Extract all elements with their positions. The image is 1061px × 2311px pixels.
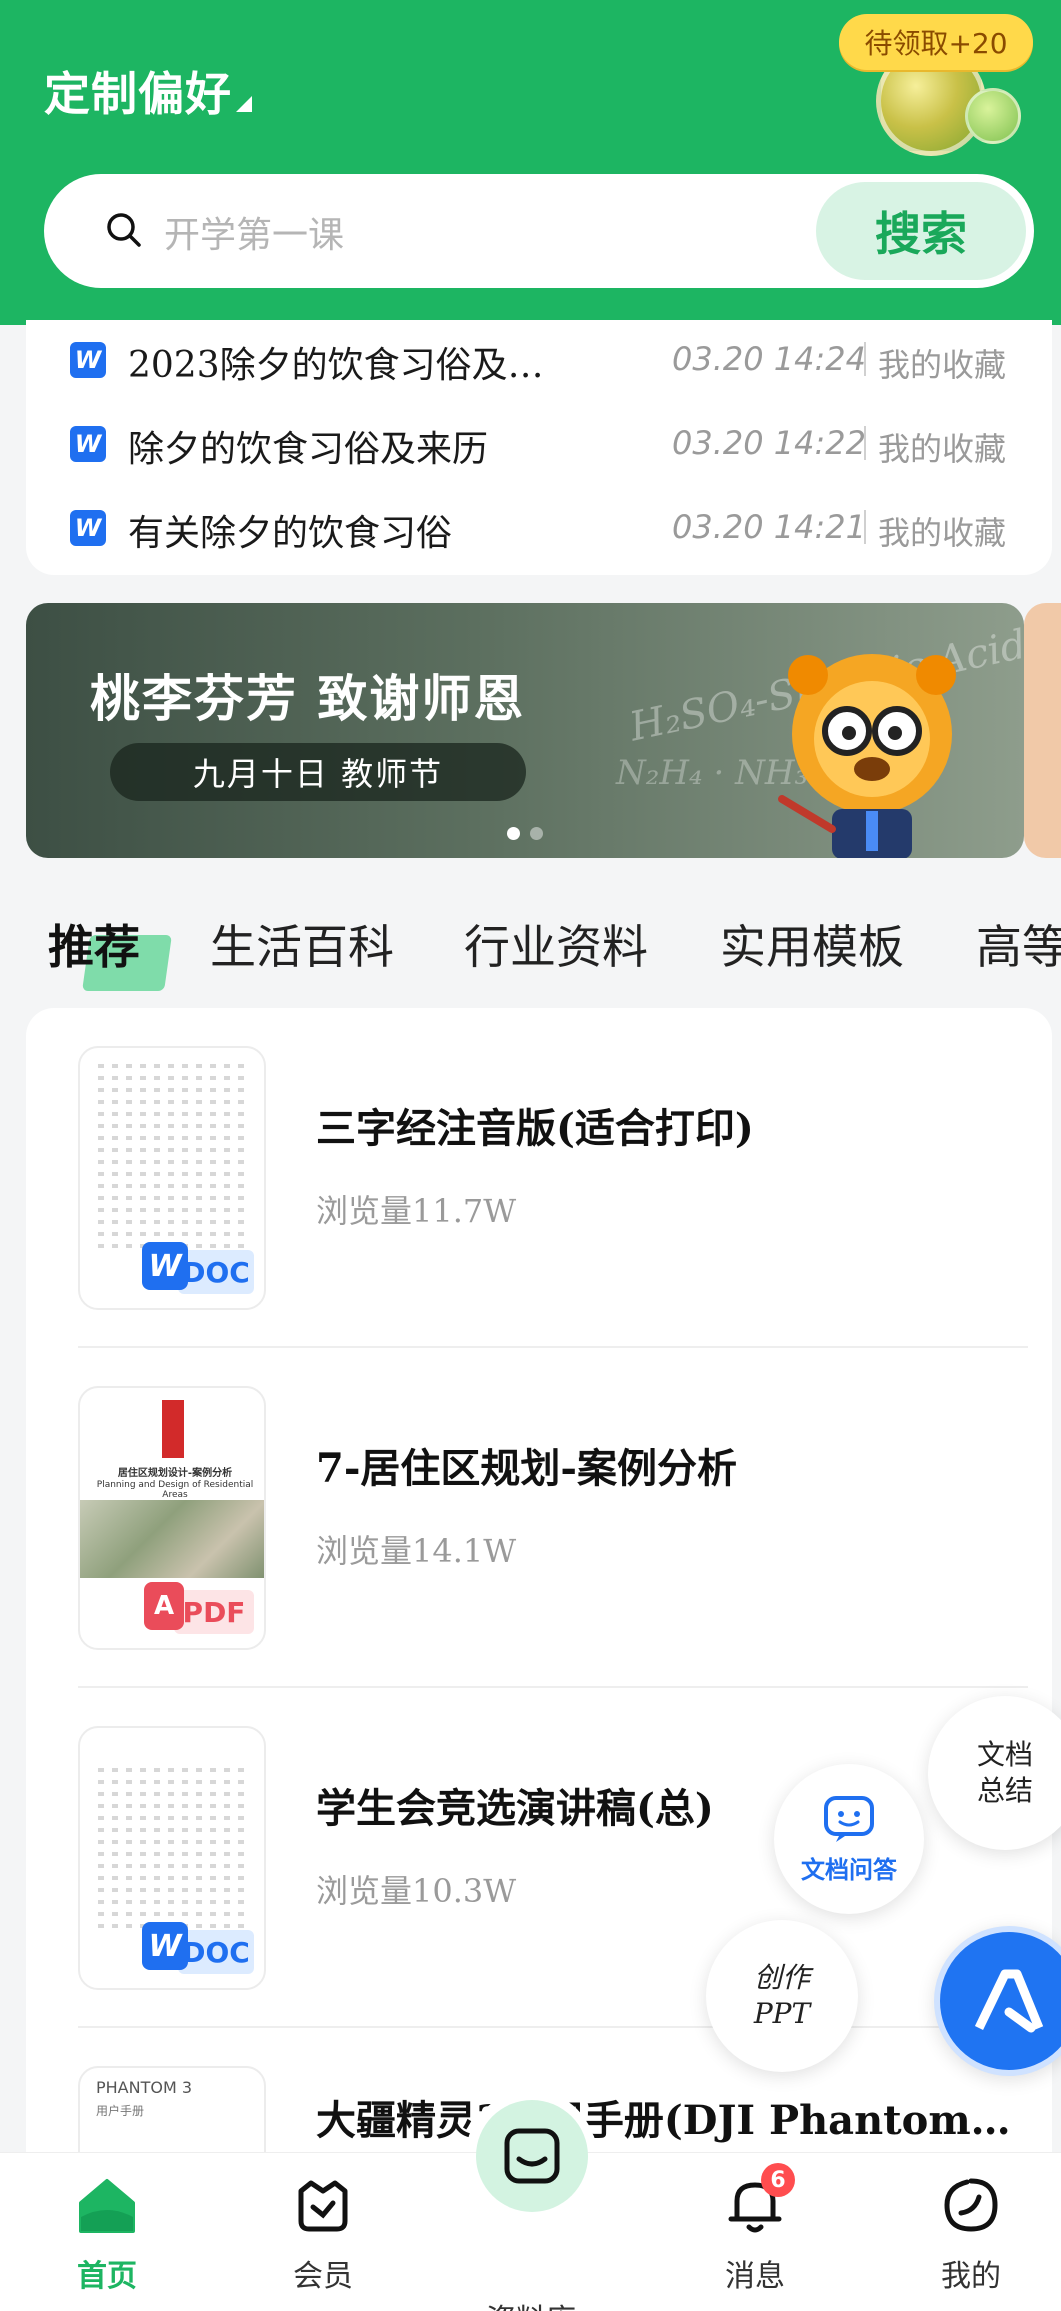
feed-title: 7-居住区规划-案例分析 — [316, 1445, 738, 1492]
history-time: 03.20 14:22 — [672, 424, 866, 462]
profile-icon — [944, 2178, 998, 2232]
search-button[interactable]: 搜索 — [816, 182, 1026, 280]
doc-qa-label: 文档问答 — [801, 1854, 897, 1884]
search-bar[interactable]: 搜索 — [44, 174, 1034, 288]
library-button[interactable] — [476, 2100, 588, 2212]
pagination-dot[interactable] — [507, 827, 520, 840]
text-preview — [98, 1064, 246, 1248]
message-badge: 6 — [761, 2163, 795, 2197]
feed-item[interactable]: 居住区规划设计-案例分析 Planning and Design of Resi… — [26, 1348, 1052, 1688]
create-ppt-label: 创作 PPT — [753, 1961, 811, 2030]
triangle-icon — [236, 96, 252, 112]
word-icon: W — [70, 426, 106, 462]
tab-life[interactable]: 生活百科 — [210, 911, 394, 977]
nav-label: 消息 — [725, 2259, 785, 2294]
history-row[interactable]: W 2023除夕的饮食习俗及… 03.20 14:24 我的收藏 — [26, 328, 1052, 388]
banner-pagination — [26, 827, 1024, 840]
feed-title: 大疆精灵3使用手册(DJI Phantom 3 A… — [316, 2097, 1016, 2144]
doc-type-label: DOC — [178, 1930, 254, 1974]
nav-library[interactable]: 资料库 — [466, 2225, 596, 2311]
pdf-badge: PDF A — [144, 1582, 256, 1638]
category-tabs: 推荐 生活百科 行业资料 实用模板 高等 — [0, 905, 1061, 985]
nav-label: 会员 — [293, 2259, 353, 2294]
home-icon — [79, 2179, 135, 2233]
feed-views: 浏览量10.3W — [316, 1872, 517, 1910]
chat-bot-icon — [824, 1795, 874, 1842]
header: 定制偏好 待领取+20 搜索 — [0, 0, 1061, 325]
nav-label: 我的 — [941, 2259, 1001, 2294]
doc-badge: DOC W — [142, 1242, 254, 1298]
thumb-subtitle: Planning and Design of Residential Areas — [96, 1480, 254, 1500]
doc-summary-label: 文档 总结 — [976, 1738, 1033, 1807]
word-icon: W — [70, 342, 106, 378]
thumb-title: 居住区规划设计-案例分析 — [117, 1468, 233, 1479]
history-title: 有关除夕的饮食习俗 — [128, 513, 453, 554]
history-source: 我的收藏 — [878, 346, 1007, 384]
library-icon — [504, 2128, 560, 2184]
doc-thumbnail: DOC W — [78, 1046, 266, 1310]
reward-pill[interactable]: 待领取+20 — [839, 14, 1033, 70]
doc-thumbnail: DOC W — [78, 1726, 266, 1990]
cover-decoration — [162, 1400, 184, 1458]
history-title: 2023除夕的饮食习俗及… — [128, 345, 544, 386]
divider — [864, 426, 866, 460]
thumb-subtitle: 用户手册 — [96, 2104, 145, 2118]
tab-templates[interactable]: 实用模板 — [720, 911, 904, 977]
feed-title: 学生会竞选演讲稿(总) — [316, 1785, 714, 1832]
text-preview — [98, 1768, 246, 1928]
banner-subtitle: 九月十日 教师节 — [110, 743, 526, 801]
tab-recommend[interactable]: 推荐 — [48, 911, 140, 977]
doc-type-label: DOC — [178, 1250, 254, 1294]
history-source: 我的收藏 — [878, 430, 1007, 468]
next-banner-peek[interactable] — [1024, 603, 1061, 858]
pdf-thumbnail: 居住区规划设计-案例分析 Planning and Design of Resi… — [78, 1386, 266, 1650]
thumb-title: PHANTOM 3 — [96, 2078, 193, 2097]
promo-banner[interactable]: H₂SO₄-Sulfuric Acid N₂H₄ · NH₃ 桃李芬芳 致谢师恩… — [26, 603, 1024, 858]
bean-small-icon — [965, 88, 1021, 144]
feed-title: 三字经注音版(适合打印) — [316, 1105, 754, 1152]
doc-badge: DOC W — [142, 1922, 254, 1978]
customize-preference-button[interactable]: 定制偏好 — [44, 58, 252, 124]
nav-vip[interactable]: 会员 — [258, 2173, 388, 2295]
banner-title: 桃李芬芳 致谢师恩 — [90, 670, 526, 728]
word-icon: W — [142, 1922, 188, 1970]
search-input[interactable] — [164, 200, 724, 270]
history-time: 03.20 14:24 — [672, 340, 866, 378]
feed-views: 浏览量14.1W — [316, 1532, 517, 1570]
ai-logo-icon — [974, 1969, 1044, 2033]
history-time: 03.20 14:21 — [672, 508, 866, 546]
search-icon — [107, 213, 141, 247]
nav-profile[interactable]: 我的 — [906, 2173, 1036, 2295]
create-ppt-button[interactable]: 创作 PPT — [706, 1920, 858, 2072]
word-icon: W — [142, 1242, 188, 1290]
doc-qa-button[interactable]: 文档问答 — [774, 1764, 924, 1914]
nav-home[interactable]: 首页 — [42, 2173, 172, 2295]
history-title: 除夕的饮食习俗及来历 — [128, 429, 489, 470]
divider — [864, 342, 866, 376]
doc-type-label: PDF — [174, 1590, 254, 1634]
feed-item[interactable]: DOC W 三字经注音版(适合打印) 浏览量11.7W — [26, 1008, 1052, 1348]
pdf-icon: A — [144, 1582, 184, 1630]
nav-label: 资料库 — [486, 2295, 576, 2311]
bell-wrapper: 6 — [723, 2163, 795, 2237]
nav-label: 首页 — [77, 2259, 137, 2294]
feed-views: 浏览量11.7W — [316, 1192, 517, 1230]
pagination-dot[interactable] — [530, 827, 543, 840]
divider — [864, 510, 866, 544]
cover-image — [80, 1500, 264, 1578]
lion-mascot-icon — [778, 654, 956, 858]
history-source: 我的收藏 — [878, 514, 1007, 552]
tab-industry[interactable]: 行业资料 — [464, 911, 648, 977]
header-title: 定制偏好 — [44, 67, 232, 121]
recent-history-card: W 2023除夕的饮食习俗及… 03.20 14:24 我的收藏 W 除夕的饮食… — [26, 320, 1052, 575]
nav-messages[interactable]: 6 消息 — [690, 2163, 820, 2295]
tab-higher-ed[interactable]: 高等 — [976, 911, 1061, 977]
history-row[interactable]: W 有关除夕的饮食习俗 03.20 14:21 我的收藏 — [26, 496, 1052, 556]
word-icon: W — [70, 510, 106, 546]
history-row[interactable]: W 除夕的饮食习俗及来历 03.20 14:22 我的收藏 — [26, 412, 1052, 472]
vip-icon — [298, 2180, 348, 2232]
